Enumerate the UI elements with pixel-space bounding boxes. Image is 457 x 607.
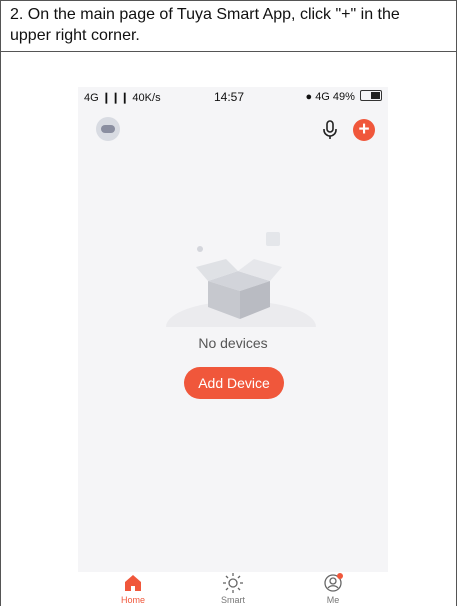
location-icon: ● — [305, 91, 313, 103]
bottom-tab-bar: Home Smart Me — [78, 572, 388, 607]
tab-home-label: Home — [120, 595, 145, 605]
profile-icon — [324, 573, 343, 592]
home-avatar-button[interactable] — [96, 117, 120, 141]
add-device-button[interactable]: Add Device — [184, 367, 284, 399]
sun-icon — [223, 573, 243, 593]
home-icon — [125, 575, 141, 591]
battery-text: 4G 49% — [315, 91, 355, 103]
empty-box-illustration — [166, 232, 316, 327]
instruction-text: 2. On the main page of Tuya Smart App, c… — [10, 6, 400, 44]
status-bar: 4G ❙❙❙ 40K/s 14:57 ● 4G 49% — [78, 87, 388, 109]
tab-smart-label: Smart — [220, 595, 245, 605]
tab-me-label: Me — [326, 595, 340, 605]
divider — [1, 51, 456, 52]
battery-icon — [360, 90, 382, 101]
empty-state-message: No devices — [198, 335, 268, 351]
add-device-plus-button[interactable]: + — [353, 119, 375, 141]
battery-status: ● 4G 49% — [305, 90, 382, 103]
clock: 14:57 — [214, 90, 245, 104]
network-status: 4G ❙❙❙ 40K/s — [84, 92, 161, 104]
avatar-icon — [101, 125, 115, 133]
tab-smart[interactable]: Smart — [198, 572, 268, 605]
tab-me[interactable]: Me — [298, 572, 368, 605]
tab-home[interactable]: Home — [98, 572, 168, 605]
phone-screen: 4G ❙❙❙ 40K/s 14:57 ● 4G 49% + No devices… — [78, 87, 388, 607]
microphone-icon[interactable] — [321, 120, 339, 140]
